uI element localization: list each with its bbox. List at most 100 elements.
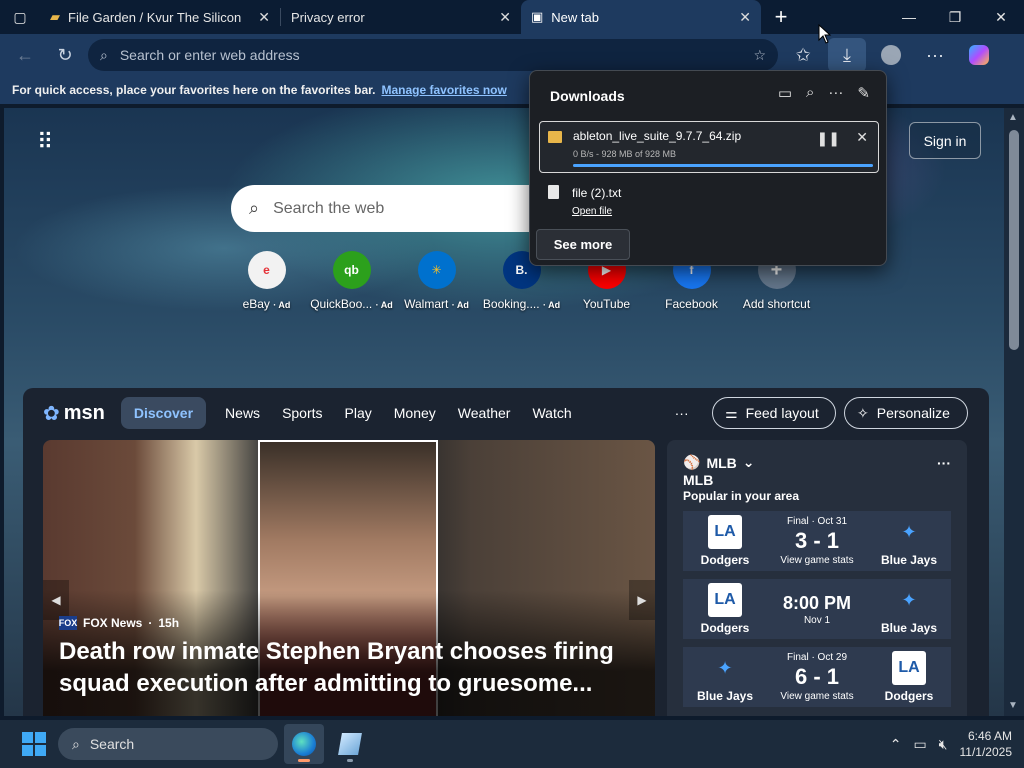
- game-score: 3 - 1: [794, 528, 840, 553]
- address-input[interactable]: ⌕ Search or enter web address ☆: [88, 39, 778, 71]
- pause-button[interactable]: ❚❚: [817, 130, 840, 147]
- open-file-link[interactable]: Open file: [572, 206, 612, 217]
- chevron-up-icon[interactable]: ⌃: [890, 736, 902, 753]
- tab-title: New tab: [551, 9, 599, 25]
- story-headline[interactable]: Death row inmate Stephen Bryant chooses …: [59, 636, 639, 700]
- team-left: LA Dodgers: [693, 583, 757, 635]
- shortcut-quickbooks[interactable]: qb QuickBoo... · Ad: [309, 251, 394, 311]
- mlb-more-button[interactable]: ···: [937, 455, 951, 471]
- tab-sports[interactable]: Sports: [271, 397, 333, 429]
- chevron-right-icon: ▶: [637, 593, 647, 607]
- taskbar-app[interactable]: [330, 724, 370, 764]
- team-left: ✦ Blue Jays: [693, 651, 757, 704]
- new-tab-icon: ▣: [531, 9, 544, 24]
- team-name: Blue Jays: [696, 689, 754, 703]
- scroll-down-icon[interactable]: ▼: [1008, 700, 1018, 711]
- tab-news[interactable]: News: [214, 397, 271, 429]
- profile-button[interactable]: [872, 38, 910, 72]
- refresh-button[interactable]: ↻: [48, 39, 82, 71]
- close-icon[interactable]: ✕: [739, 9, 751, 26]
- tab-discover[interactable]: Discover: [120, 397, 207, 429]
- tab-privacy-error[interactable]: Privacy error ✕: [281, 0, 521, 34]
- search-icon[interactable]: ⌕: [806, 84, 814, 102]
- source-name: FOX News: [83, 616, 143, 630]
- see-more-button[interactable]: See more: [536, 229, 630, 260]
- chevron-left-icon: ◀: [51, 593, 61, 607]
- game-row[interactable]: ✦ Blue Jays Final · Oct 29 6 - 1 View ga…: [683, 647, 951, 707]
- tab-weather[interactable]: Weather: [447, 397, 522, 429]
- blue-jays-logo: ✦: [901, 521, 917, 542]
- copilot-button[interactable]: [960, 38, 998, 72]
- tab-new-tab[interactable]: ▣ New tab ✕: [521, 0, 761, 34]
- game-status: Final · Oct 29: [786, 652, 848, 663]
- feed-layout-button[interactable]: ⚌ Feed layout: [712, 397, 836, 429]
- taskbar-edge[interactable]: [284, 724, 324, 764]
- game-center: Final · Oct 31 3 - 1 View game stats: [780, 516, 853, 566]
- close-icon: ✕: [856, 129, 868, 145]
- story-source: FOX FOX News · 15h: [59, 616, 179, 630]
- app-icon: [338, 733, 362, 755]
- new-tab-button[interactable]: +: [761, 0, 801, 34]
- search-icon: ⌕: [249, 198, 260, 218]
- game-stats-link[interactable]: View game stats: [780, 555, 853, 566]
- settings-more-button[interactable]: ···: [916, 38, 954, 72]
- mlb-title[interactable]: MLB: [706, 455, 736, 471]
- game-row[interactable]: LA Dodgers Final · Oct 31 3 - 1 View gam…: [683, 511, 951, 571]
- volume-muted-icon[interactable]: 🔇︎: [939, 736, 948, 753]
- open-folder-icon[interactable]: ▭: [778, 84, 792, 102]
- sparkle-icon: ✧: [857, 404, 869, 421]
- download-item[interactable]: file (2).txt Open file: [539, 181, 879, 221]
- msn-logo[interactable]: ✿ msn: [43, 401, 105, 426]
- clock[interactable]: 6:46 AM 11/1/2025: [960, 728, 1013, 760]
- shortcut-label: eBay · Ad: [242, 297, 291, 311]
- scrollbar-thumb[interactable]: [1009, 130, 1019, 350]
- pin-icon[interactable]: ✎: [857, 84, 870, 102]
- hero-story-card[interactable]: ◀ ▶ FOX FOX News · 15h Death row inmate …: [43, 440, 655, 716]
- start-button[interactable]: [16, 726, 52, 762]
- running-indicator: [298, 759, 310, 762]
- tab-actions-button[interactable]: ▢: [0, 0, 40, 34]
- favorite-star-icon[interactable]: ☆: [753, 47, 766, 64]
- maximize-button[interactable]: ❐: [932, 0, 978, 34]
- back-button[interactable]: ←: [8, 39, 42, 71]
- close-icon[interactable]: ✕: [499, 9, 511, 26]
- close-icon[interactable]: ✕: [258, 9, 270, 26]
- msn-more-button[interactable]: ···: [675, 405, 689, 421]
- tab-play[interactable]: Play: [334, 397, 383, 429]
- tab-file-garden[interactable]: ▰ File Garden / Kvur The Silicon ✕: [40, 0, 280, 34]
- windows-logo-icon: [22, 732, 33, 743]
- shortcut-walmart[interactable]: ✳ Walmart · Ad: [394, 251, 479, 311]
- team-right: ✦ Blue Jays: [877, 583, 941, 636]
- game-row[interactable]: LA Dodgers 8:00 PM Nov 1 ✦ Blue Jays: [683, 579, 951, 639]
- minimize-button[interactable]: —: [886, 0, 932, 34]
- cancel-download-button[interactable]: ✕: [856, 129, 868, 146]
- carousel-next-button[interactable]: ▶: [629, 580, 655, 620]
- team-name: Blue Jays: [880, 621, 938, 635]
- chevron-down-icon[interactable]: ⌄: [743, 454, 755, 471]
- tab-title: Privacy error: [291, 9, 365, 25]
- pause-icon: ❚❚: [816, 130, 840, 146]
- msn-logo-text: msn: [63, 401, 105, 424]
- sign-in-button[interactable]: Sign in: [909, 122, 981, 159]
- page-scrollbar[interactable]: ▲ ▼: [1004, 108, 1024, 716]
- downloads-button[interactable]: ⤓: [828, 38, 866, 72]
- shortcut-ebay[interactable]: e eBay · Ad: [224, 251, 309, 311]
- scroll-up-icon[interactable]: ▲: [1008, 112, 1018, 123]
- tab-watch[interactable]: Watch: [521, 397, 582, 429]
- carousel-prev-button[interactable]: ◀: [43, 580, 69, 620]
- blue-jays-logo: ✦: [717, 657, 733, 678]
- download-item[interactable]: ableton_live_suite_9.7.7_64.zip 0 B/s - …: [539, 121, 879, 173]
- close-window-button[interactable]: ✕: [978, 0, 1024, 34]
- app-launcher-icon[interactable]: ⠿: [37, 129, 53, 155]
- personalize-button[interactable]: ✧ Personalize: [844, 397, 968, 429]
- taskbar-search[interactable]: ⌕ Search: [58, 728, 278, 760]
- game-stats-link[interactable]: View game stats: [780, 691, 853, 702]
- favorites-button[interactable]: ✩: [784, 38, 822, 72]
- download-filename: file (2).txt: [572, 186, 622, 200]
- game-score: 6 - 1: [794, 664, 840, 689]
- display-icon[interactable]: ▭: [913, 736, 926, 753]
- manage-favorites-link[interactable]: Manage favorites now: [381, 83, 506, 97]
- tab-title: File Garden / Kvur The Silicon: [68, 9, 242, 25]
- tab-money[interactable]: Money: [383, 397, 447, 429]
- more-options-icon[interactable]: ···: [828, 84, 843, 102]
